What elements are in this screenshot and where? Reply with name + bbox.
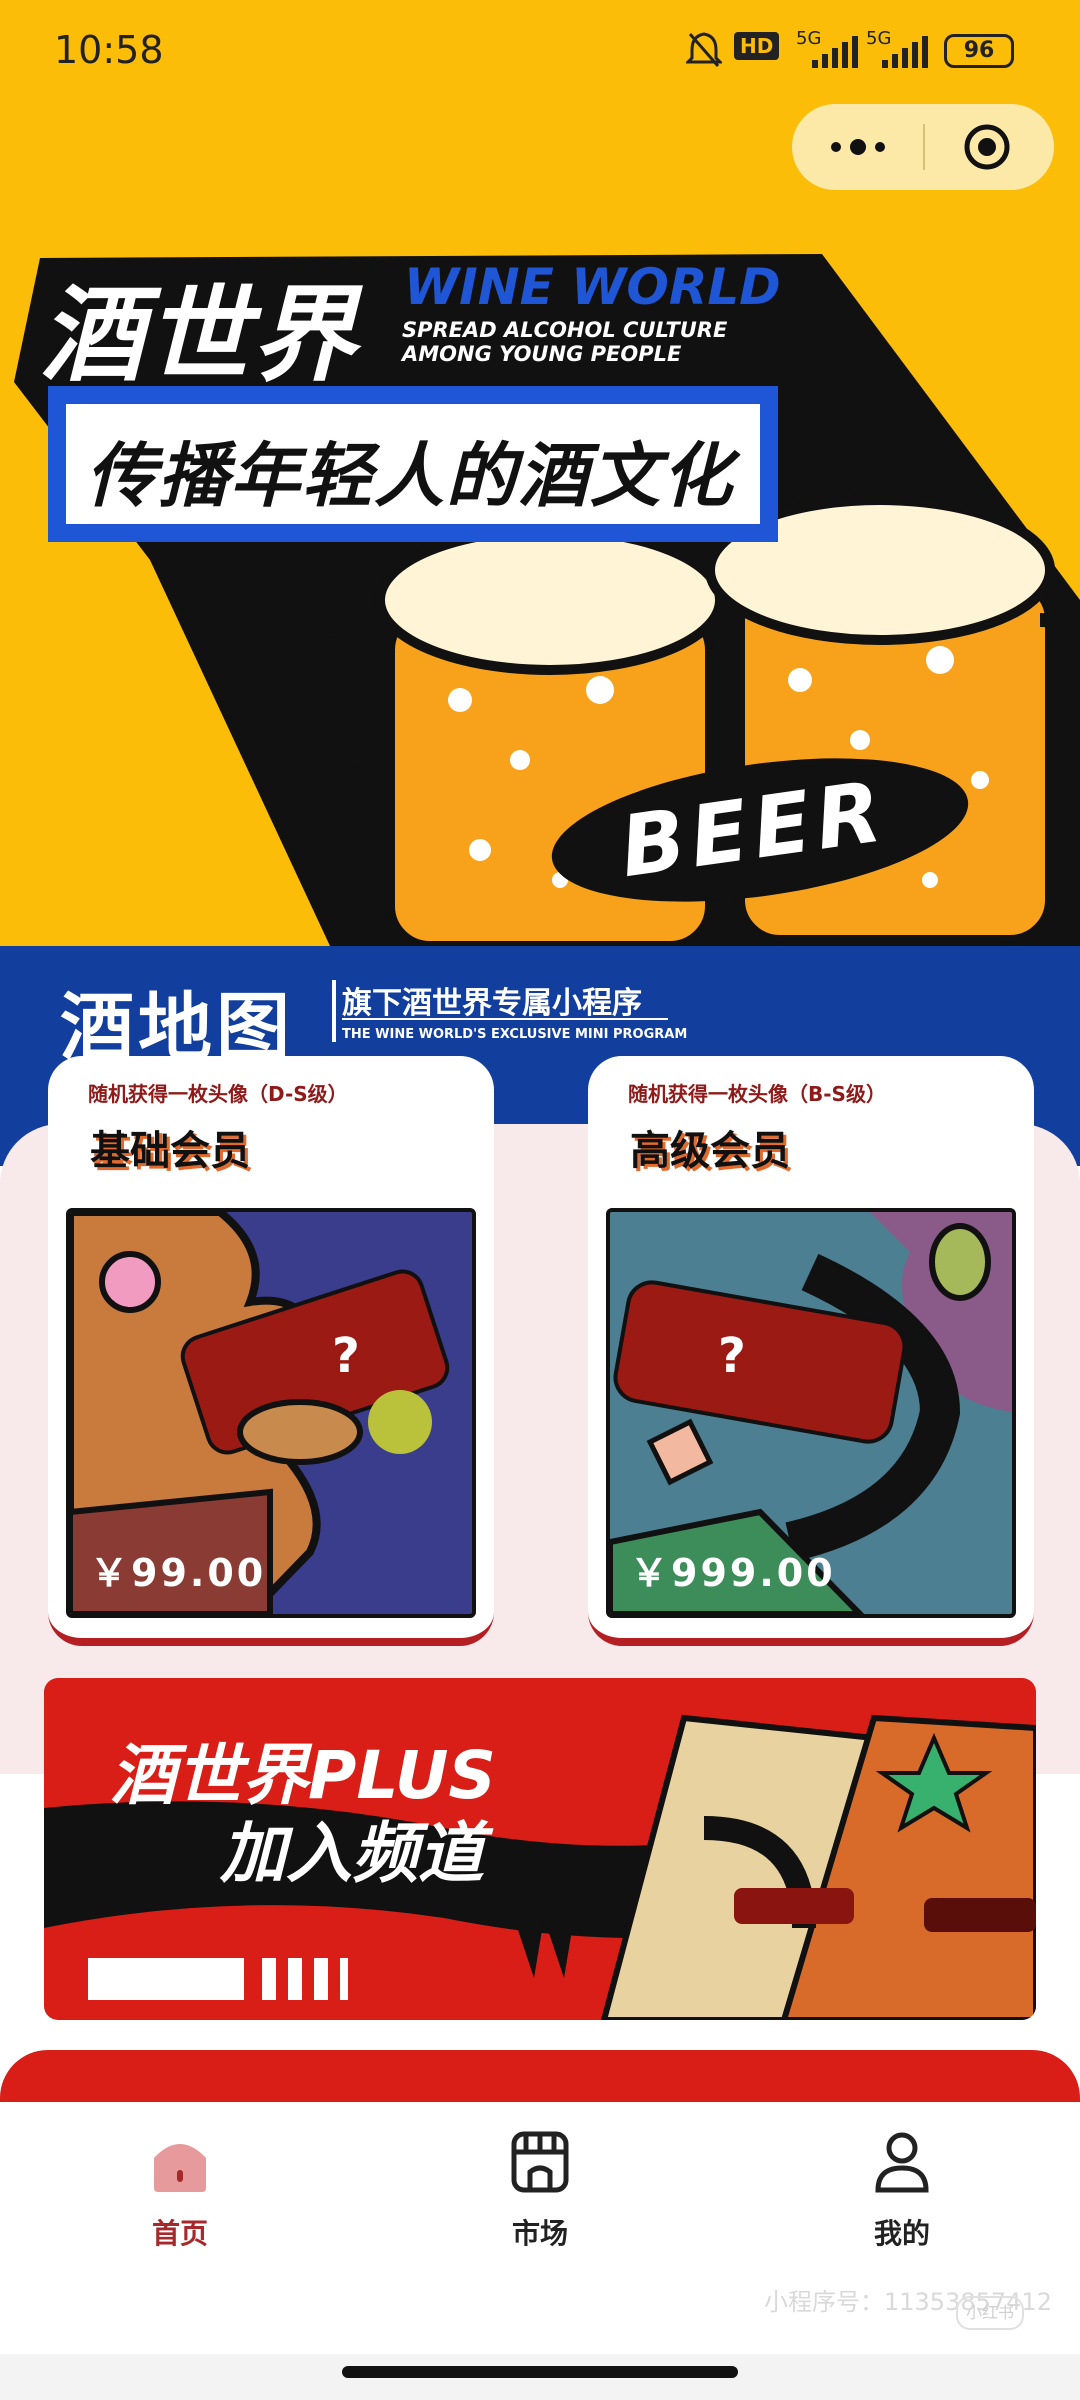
tab-label: 市场 <box>511 2217 568 2250</box>
brand-underline <box>342 1018 668 1020</box>
battery-icon: 96 <box>944 34 1014 68</box>
tab-label: 首页 <box>151 2217 208 2250</box>
card-note: 随机获得一枚头像（D-S级） <box>88 1082 348 1106</box>
card-title: 基础会员 <box>90 1128 250 1174</box>
signal-bars-icon-2 <box>882 36 928 68</box>
member-card-basic[interactable]: 随机获得一枚头像（D-S级） 基础会员 ? ￥99.00 <box>48 1056 494 1646</box>
tab-home[interactable]: 首页 <box>90 2130 270 2260</box>
home-icon <box>154 2144 206 2192</box>
miniprogram-capsule <box>792 104 1054 190</box>
store-icon <box>511 2131 569 2193</box>
banner-title-en: WINE WORLD <box>404 258 781 316</box>
more-dots-icon[interactable] <box>820 122 896 172</box>
plus-decor-stripe <box>288 1958 302 2000</box>
banner-tagline-line2: AMONG YOUNG PEOPLE <box>402 342 682 366</box>
tab-label: 我的 <box>873 2217 930 2250</box>
banner-title-cn: 酒世界 <box>40 274 359 396</box>
plus-decor-stripe <box>314 1958 328 2000</box>
card-price: ￥99.00 <box>90 1551 267 1595</box>
status-bar: 10:58 HD 5G 5G 96 <box>0 0 1080 100</box>
mystery-mark: ? <box>718 1328 746 1384</box>
tab-profile[interactable]: 我的 <box>812 2130 992 2260</box>
member-card-premium[interactable]: 随机获得一枚头像（B-S级） 高级会员 ? ￥999.00 <box>588 1056 1034 1646</box>
mystery-mark: ? <box>332 1328 360 1384</box>
card-note: 随机获得一枚头像（B-S级） <box>628 1082 886 1106</box>
user-icon <box>875 2132 929 2193</box>
plus-decor-stripe <box>340 1958 348 2000</box>
card-title: 高级会员 <box>630 1128 790 1174</box>
card-price: ￥999.00 <box>630 1551 836 1595</box>
signal-bars-icon <box>812 36 858 68</box>
watermark-logo: 小红书 <box>956 2296 1024 2330</box>
brand-subtitle: 旗下酒世界专属小程序 <box>342 986 642 1021</box>
banner-slogan: 传播年轻人的酒文化 <box>86 435 734 517</box>
tab-market[interactable]: 市场 <box>450 2130 630 2260</box>
plus-decor-stripe <box>262 1958 276 2000</box>
plus-decor-bar <box>88 1958 244 2000</box>
brand-divider <box>332 980 336 1042</box>
hd-badge: HD <box>734 32 780 60</box>
banner-tagline-line1: SPREAD ALCOHOL CULTURE <box>402 318 728 342</box>
home-indicator[interactable] <box>342 2366 738 2378</box>
target-icon[interactable] <box>962 122 1012 172</box>
status-time: 10:58 <box>54 28 164 72</box>
plus-banner-subtitle: 加入频道 <box>220 1815 484 1892</box>
brand-subtitle-en: THE WINE WORLD'S EXCLUSIVE MINI PROGRAM <box>342 1027 688 1042</box>
mute-bell-icon <box>686 32 722 67</box>
